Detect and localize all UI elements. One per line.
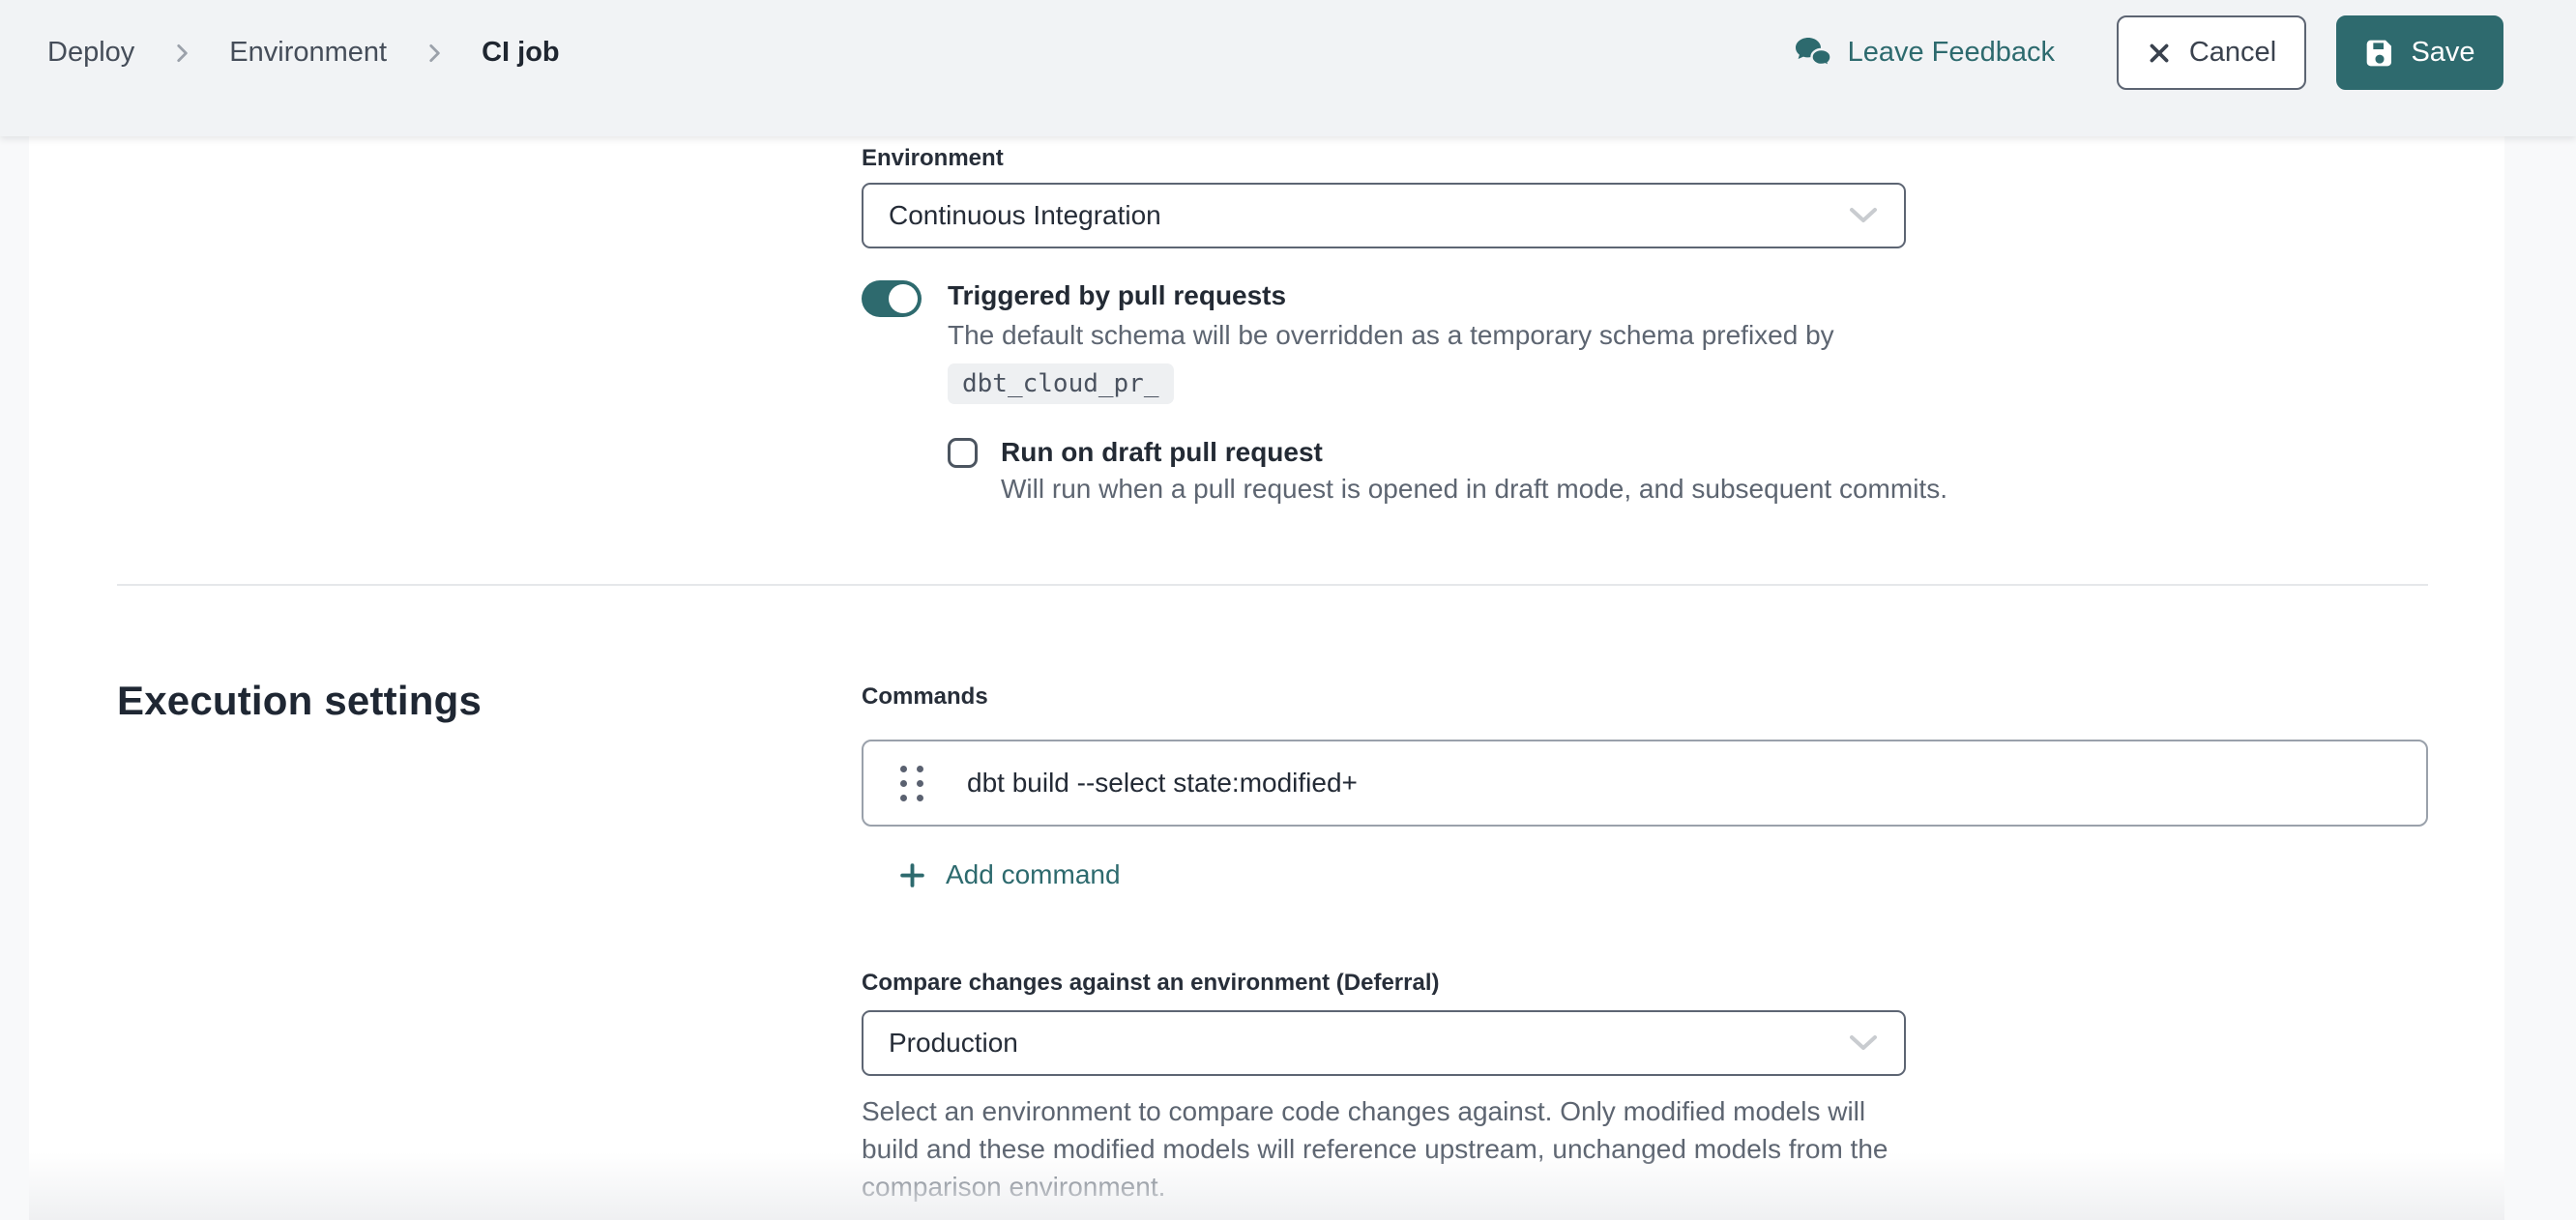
- chevron-down-icon: [1848, 1033, 1879, 1053]
- breadcrumb-environment[interactable]: Environment: [229, 37, 387, 69]
- pr-trigger-label[interactable]: Triggered by pull requests: [948, 278, 1947, 313]
- chevron-down-icon: [1848, 206, 1879, 225]
- commands-label: Commands: [862, 683, 988, 711]
- environment-field-label: Environment: [862, 145, 1004, 172]
- deferral-help-text: Select an environment to compare code ch…: [862, 1092, 1891, 1205]
- top-bar: Deploy Environment CI job Leave Feedback…: [0, 0, 2576, 136]
- environment-select[interactable]: Continuous Integration: [862, 183, 1906, 248]
- add-command-button[interactable]: Add command: [897, 859, 1121, 890]
- breadcrumb-chevron-icon: [169, 41, 194, 66]
- draft-pr-label[interactable]: Run on draft pull request: [1001, 435, 1947, 470]
- pr-trigger-row: Triggered by pull requests The default s…: [862, 278, 2022, 508]
- leave-feedback-label: Leave Feedback: [1848, 37, 2055, 69]
- save-label: Save: [2411, 37, 2474, 69]
- header-actions: Leave Feedback Cancel Save: [1793, 15, 2503, 90]
- command-input-row[interactable]: dbt build --select state:modified+: [862, 740, 2428, 827]
- breadcrumb-ci-job: CI job: [482, 37, 560, 69]
- chat-bubbles-icon: [1793, 36, 1833, 71]
- deferral-label: Compare changes against an environment (…: [862, 970, 1440, 997]
- draft-pr-description: Will run when a pull request is opened i…: [1001, 470, 1947, 508]
- leave-feedback-link[interactable]: Leave Feedback: [1793, 36, 2055, 71]
- environment-select-value: Continuous Integration: [889, 200, 1161, 231]
- breadcrumb-deploy[interactable]: Deploy: [47, 37, 134, 69]
- pr-trigger-description: The default schema will be overridden as…: [948, 316, 1947, 355]
- pr-trigger-toggle[interactable]: [862, 280, 922, 317]
- toggle-knob: [889, 284, 918, 313]
- close-icon: [2147, 41, 2172, 66]
- save-disk-icon: [2364, 38, 2395, 69]
- save-button[interactable]: Save: [2336, 15, 2503, 90]
- drag-handle-icon[interactable]: [900, 766, 923, 801]
- settings-content: Environment Continuous Integration Trigg…: [29, 136, 2504, 1220]
- breadcrumb-chevron-icon: [422, 41, 447, 66]
- plus-icon: [897, 860, 927, 890]
- deferral-select-value: Production: [889, 1028, 1018, 1059]
- draft-pr-row: Run on draft pull request Will run when …: [948, 435, 1947, 508]
- cancel-label: Cancel: [2189, 37, 2276, 69]
- breadcrumb: Deploy Environment CI job: [47, 37, 560, 69]
- deferral-select[interactable]: Production: [862, 1010, 1906, 1076]
- section-divider: [117, 584, 2428, 586]
- schema-prefix-chip: dbt_cloud_pr_: [948, 363, 1174, 404]
- cancel-button[interactable]: Cancel: [2117, 15, 2306, 90]
- add-command-label: Add command: [946, 859, 1121, 890]
- draft-pr-checkbox[interactable]: [948, 438, 978, 468]
- command-value[interactable]: dbt build --select state:modified+: [967, 768, 1358, 799]
- execution-settings-heading: Execution settings: [117, 678, 482, 724]
